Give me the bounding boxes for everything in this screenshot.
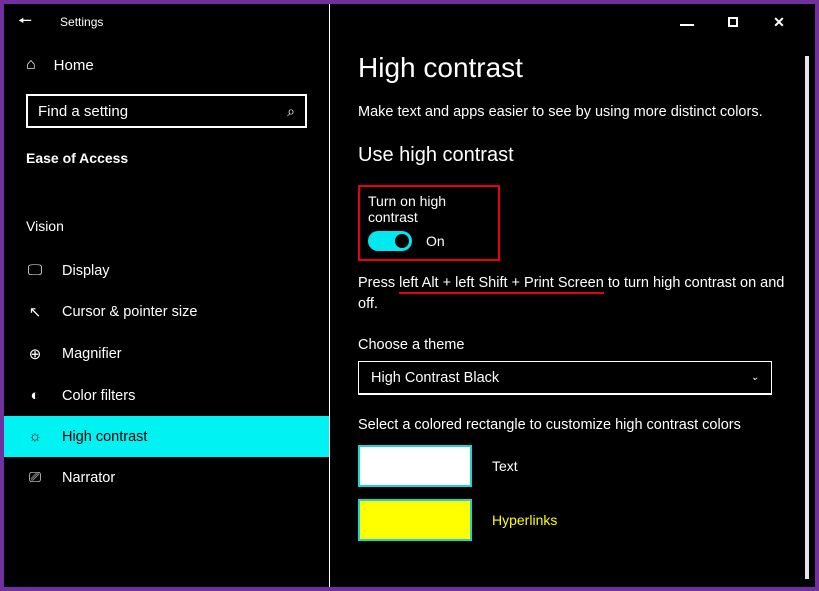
palette-icon: ◐ (26, 387, 44, 404)
search-icon: ⌕ (287, 103, 295, 120)
sidebar-item-label: Color filters (62, 388, 135, 404)
page-description: Make text and apps easier to see by usin… (358, 104, 787, 120)
toggle-highlight-box: Turn on high contrast On (358, 185, 500, 261)
sidebar-item-label: Cursor & pointer size (62, 304, 197, 320)
magnifier-icon: ⊕ (26, 345, 44, 363)
hotkey-keys: left Alt + left Shift + Print Screen (399, 275, 604, 294)
home-icon: ⌂ (26, 56, 36, 74)
sidebar-item-cursor[interactable]: ↖ Cursor & pointer size (4, 291, 329, 333)
sidebar-item-label: Narrator (62, 470, 115, 486)
category-heading: Ease of Access (4, 142, 329, 180)
main-panel: High contrast Make text and apps easier … (330, 4, 815, 587)
back-button[interactable]: 🠔 (18, 14, 32, 30)
sidebar: ⌂ Home ⌕ Ease of Access Vision 🖵 Display… (4, 4, 330, 587)
theme-select[interactable]: High Contrast Black ⌄ (358, 361, 772, 395)
swatch-row-text: Text (358, 445, 787, 487)
close-button[interactable] (765, 8, 793, 36)
swatch-label: Text (492, 458, 518, 474)
customize-label: Select a colored rectangle to customize … (358, 417, 787, 433)
section-title: Use high contrast (358, 144, 787, 167)
sidebar-item-display[interactable]: 🖵 Display (4, 250, 329, 291)
toggle-state: On (426, 233, 445, 249)
sidebar-item-label: High contrast (62, 429, 147, 445)
search-input[interactable] (38, 103, 287, 120)
search-box[interactable]: ⌕ (26, 94, 307, 128)
swatch-row-hyperlinks: Hyperlinks (358, 499, 787, 541)
theme-value: High Contrast Black (371, 370, 499, 386)
app-title: Settings (60, 15, 103, 29)
sidebar-item-narrator[interactable]: ⎚ Narrator (4, 457, 329, 498)
sidebar-item-label: Display (62, 263, 110, 279)
settings-window: 🠔 Settings ⌂ Home ⌕ Ease of Access Visio… (4, 4, 815, 587)
page-title: High contrast (358, 52, 787, 84)
sidebar-item-label: Magnifier (62, 346, 122, 362)
toggle-knob (395, 234, 409, 248)
home-link[interactable]: ⌂ Home (4, 48, 329, 90)
text-color-swatch[interactable] (358, 445, 472, 487)
maximize-button[interactable] (719, 8, 747, 36)
scrollbar[interactable] (805, 56, 809, 579)
high-contrast-toggle[interactable] (368, 231, 412, 251)
toggle-label: Turn on high contrast (368, 193, 490, 225)
sidebar-item-magnifier[interactable]: ⊕ Magnifier (4, 333, 329, 375)
theme-label: Choose a theme (358, 337, 787, 353)
minimize-button[interactable] (673, 8, 701, 36)
home-label: Home (54, 57, 94, 74)
brightness-icon: ☼ (26, 428, 44, 445)
section-heading: Vision (4, 180, 329, 250)
swatch-label: Hyperlinks (492, 512, 557, 528)
sidebar-item-high-contrast[interactable]: ☼ High contrast (4, 416, 329, 457)
narrator-icon: ⎚ (26, 469, 44, 486)
hotkey-text: Press left Alt + left Shift + Print Scre… (358, 273, 787, 315)
titlebar: 🠔 Settings (4, 4, 815, 40)
chevron-down-icon: ⌄ (751, 372, 759, 383)
cursor-icon: ↖ (26, 303, 44, 321)
sidebar-item-color-filters[interactable]: ◐ Color filters (4, 375, 329, 416)
hyperlinks-color-swatch[interactable] (358, 499, 472, 541)
display-icon: 🖵 (26, 262, 44, 279)
